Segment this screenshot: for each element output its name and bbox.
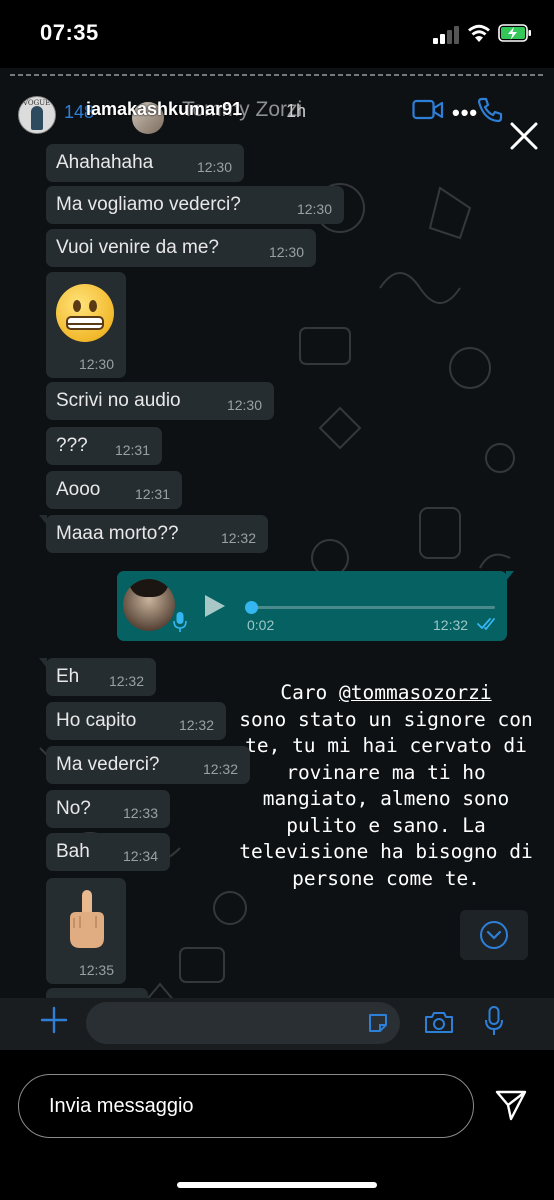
message-text: ???: [56, 435, 88, 456]
message-time: 12:30: [78, 356, 114, 372]
message-text: Ahahahaha: [56, 152, 154, 173]
message-time: 12:30: [226, 397, 262, 413]
message-time: 12:35: [78, 962, 114, 978]
message-bubble: Bah 12:34: [46, 833, 170, 871]
message-bubble: Ma vederci? 12:32: [46, 746, 250, 784]
message-time: 12:31: [134, 486, 170, 502]
message-text: Vuoi venire da me?: [56, 237, 220, 258]
voice-progress-track[interactable]: [251, 606, 495, 609]
voice-sender-avatar: [123, 579, 175, 631]
message-time: 12:32: [220, 530, 256, 546]
caption-body: sono stato un signore con te, tu mi hai …: [239, 707, 533, 890]
home-indicator: [177, 1182, 377, 1188]
message-text: No?: [56, 798, 91, 819]
chevron-down-icon: [480, 921, 508, 949]
message-time: 12:33: [122, 805, 158, 821]
message-time: 12:32: [108, 673, 144, 689]
caption-mention[interactable]: @tommasozorzi: [339, 681, 492, 704]
message-text: Aooo: [56, 479, 101, 500]
play-icon[interactable]: [205, 595, 225, 617]
message-bubble: Eh 12:32: [39, 658, 156, 696]
battery-charging-icon: [498, 24, 531, 42]
story-caption: Caro @tommasozorzi sono stato un signore…: [236, 680, 536, 892]
middle-finger-emoji-icon: [70, 890, 104, 948]
message-text: Eh: [56, 666, 80, 687]
story-viewer[interactable]: 148 Tommy Zorzi VOGUE iamakashkumar91 1h…: [0, 68, 554, 1050]
story-header: 148 Tommy Zorzi VOGUE iamakashkumar91 1h…: [0, 88, 554, 150]
voice-time: 12:32: [433, 617, 469, 633]
message-bubble: Ma vogliamo vederci? 12:30: [46, 186, 344, 224]
reply-input[interactable]: Invia messaggio: [18, 1074, 474, 1138]
message-bubble: Aooo 12:31: [46, 471, 182, 509]
microphone-icon: [485, 1006, 503, 1035]
sticker-icon: [369, 1014, 387, 1032]
story-author-avatar[interactable]: VOGUE: [18, 96, 56, 134]
message-bubble: Scrivi no audio 12:30: [46, 382, 274, 420]
camera-icon: [425, 1012, 453, 1033]
close-icon[interactable]: [508, 120, 540, 152]
message-time: 12:32: [178, 717, 214, 733]
message-time: 12:32: [202, 761, 238, 777]
voice-scrub-handle[interactable]: [245, 601, 258, 614]
story-progress-bar: [10, 74, 544, 76]
video-call-icon: [412, 99, 444, 120]
more-options-icon[interactable]: •••: [452, 100, 478, 126]
story-age: 1h: [286, 101, 307, 121]
message-text: Ma vogliamo vederci?: [56, 194, 241, 215]
screenshot-message-field: [86, 1002, 400, 1044]
emoji-message-bubble: 12:35: [46, 878, 126, 984]
voice-duration: 0:02: [247, 617, 275, 633]
scroll-to-bottom-button: [460, 910, 528, 960]
voice-message-bubble[interactable]: 0:02 12:32: [117, 571, 514, 641]
message-time: 12:30: [268, 244, 304, 260]
message-bubble: Ho capito 12:32: [46, 702, 226, 740]
message-bubble: Vuoi venire da me? 12:30: [46, 229, 316, 267]
microphone-icon: [173, 612, 187, 632]
message-text: Bah: [56, 841, 90, 862]
message-bubble: ??? 12:31: [46, 427, 162, 465]
reply-placeholder: Invia messaggio: [49, 1095, 194, 1117]
status-bar: 07:35: [0, 0, 554, 66]
message-time: 12:31: [114, 442, 150, 458]
plus-icon: [40, 1006, 68, 1034]
message-bubble: Maaa morto?? 12:32: [39, 515, 268, 553]
message-bubble: Ahahahaha 12:30: [46, 144, 244, 182]
screenshot-input-bar: [0, 998, 554, 1050]
message-text: Ho capito: [56, 710, 137, 731]
status-time: 07:35: [40, 20, 99, 45]
message-bubble: No? 12:33: [46, 790, 170, 828]
message-text: Scrivi no audio: [56, 390, 181, 411]
read-receipt-icon: [477, 618, 495, 630]
story-username[interactable]: iamakashkumar91: [86, 99, 242, 120]
send-icon[interactable]: [494, 1088, 528, 1122]
wifi-icon: [468, 24, 490, 42]
phone-call-icon: [477, 97, 503, 123]
message-text: Maaa morto??: [56, 523, 179, 544]
emoji-message-bubble: 12:30: [46, 272, 126, 378]
message-time: 12:34: [122, 848, 158, 864]
caption-prefix: Caro: [280, 681, 340, 704]
cellular-signal-icon: [433, 26, 461, 44]
grimacing-face-emoji-icon: [56, 284, 114, 342]
message-time: 12:30: [296, 201, 332, 217]
message-time: 12:30: [196, 159, 232, 175]
message-text: Ma vederci?: [56, 754, 160, 775]
